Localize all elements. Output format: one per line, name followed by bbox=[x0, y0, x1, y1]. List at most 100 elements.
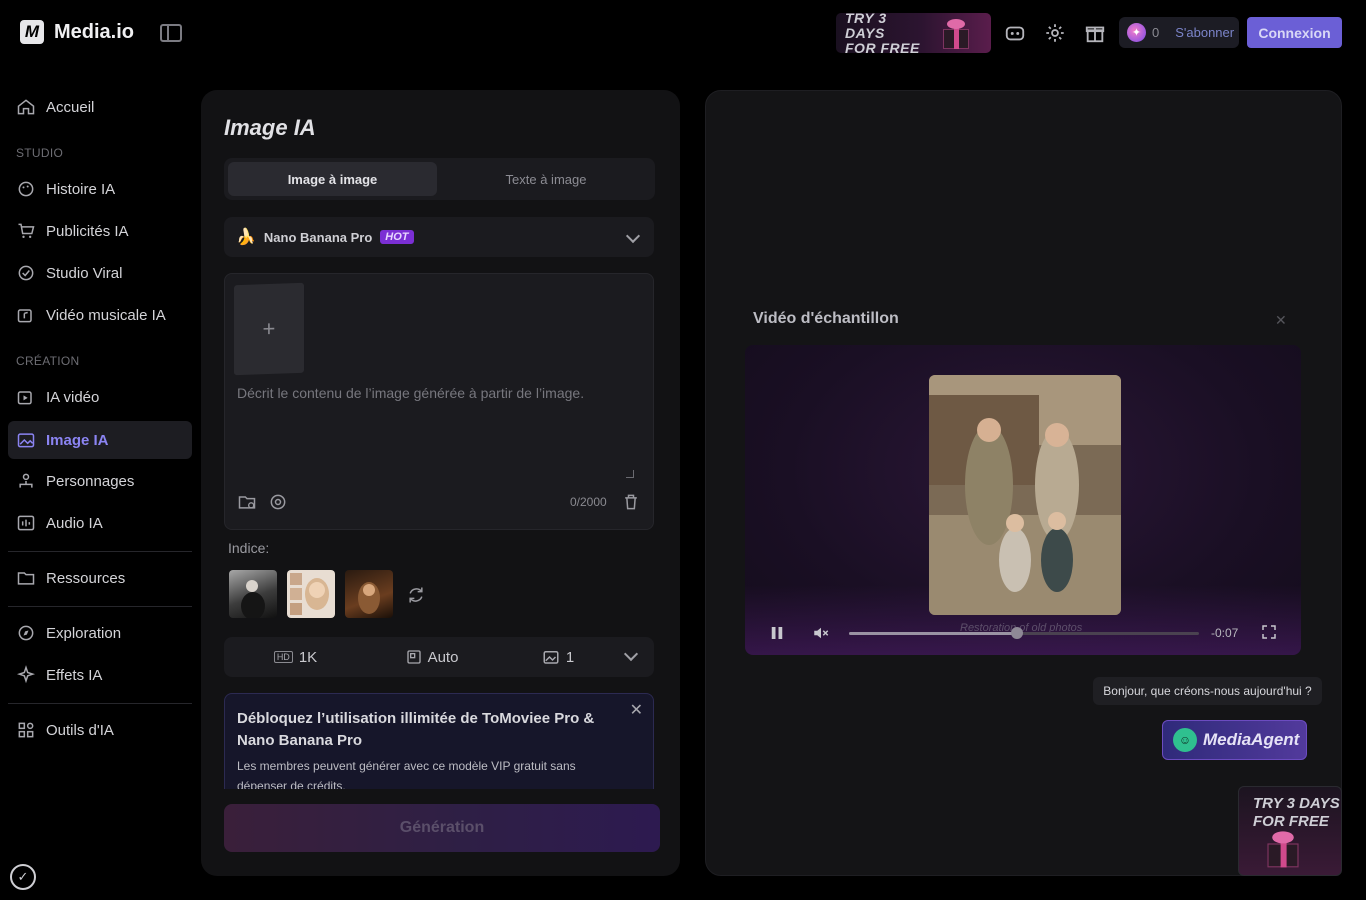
viral-icon bbox=[18, 265, 34, 281]
vip-promo-card: Débloquez l’utilisation illimitée de ToM… bbox=[224, 693, 654, 789]
hot-badge: HOT bbox=[380, 230, 414, 244]
sample-close-icon[interactable]: ✕ bbox=[1275, 312, 1287, 329]
logo-text: Media.io bbox=[54, 20, 135, 43]
hint-label: Indice: bbox=[228, 540, 270, 556]
sidebar-item-image-ia[interactable]: Image IA bbox=[8, 421, 192, 459]
section-label-studio: STUDIO bbox=[16, 146, 64, 160]
sidebar-item-ia-video[interactable]: IA vidéo bbox=[8, 378, 192, 416]
sidebar-item-video-musicale-ia[interactable]: Vidéo musicale IA bbox=[8, 296, 192, 334]
tab-text-to-image[interactable]: Texte à image bbox=[441, 162, 651, 196]
close-icon[interactable]: ✕ bbox=[630, 700, 643, 720]
video-scrubber-handle[interactable] bbox=[1011, 627, 1023, 639]
video-icon bbox=[17, 391, 32, 405]
family-photo-art bbox=[929, 375, 1121, 615]
credits-subscribe-pill[interactable]: ✦ 0 S'abonner bbox=[1119, 17, 1239, 48]
sidebar-item-label: Effets IA bbox=[46, 666, 103, 684]
settings-gear-icon[interactable] bbox=[1044, 22, 1066, 44]
promo-banner-top[interactable]: TRY 3 DAYS FOR FREE bbox=[836, 13, 991, 53]
cart-icon bbox=[18, 223, 35, 238]
login-button[interactable]: Connexion bbox=[1247, 17, 1342, 48]
image-count-option[interactable]: 1 bbox=[497, 648, 619, 666]
trash-icon[interactable] bbox=[621, 492, 641, 512]
image-count-icon bbox=[543, 651, 559, 664]
quality-option[interactable]: HD 1K bbox=[224, 649, 367, 666]
sidebar-item-label: Outils d'IA bbox=[46, 721, 114, 739]
folder-icon bbox=[17, 572, 35, 585]
hint-thumbnail-art bbox=[290, 573, 329, 615]
gift-box-icon bbox=[939, 17, 973, 49]
promo-banner-corner[interactable]: TRY 3 DAYS FOR FREE bbox=[1238, 786, 1342, 876]
sidebar-item-studio-viral[interactable]: Studio Viral bbox=[8, 254, 192, 292]
sidebar-item-label: Studio Viral bbox=[46, 264, 123, 282]
promo-corner-text: TRY 3 DAYS FOR FREE bbox=[1253, 795, 1340, 831]
sidebar-item-audio-ia[interactable]: Audio IA bbox=[8, 504, 192, 542]
chevron-down-icon bbox=[625, 228, 641, 244]
resize-handle-icon[interactable] bbox=[626, 470, 634, 478]
hint-thumbnail[interactable] bbox=[287, 570, 335, 618]
vip-text: Les membres peuvent générer avec ce modè… bbox=[237, 759, 576, 789]
story-palette-icon bbox=[18, 181, 34, 197]
credit-count: 0 bbox=[1152, 25, 1160, 40]
mention-at-icon[interactable] bbox=[268, 492, 288, 512]
gift-icon[interactable] bbox=[1084, 22, 1106, 44]
vip-title: Débloquez l’utilisation illimitée de ToM… bbox=[237, 710, 595, 749]
home-icon bbox=[17, 99, 35, 115]
video-time-remaining: -0:07 bbox=[1211, 626, 1239, 640]
hd-badge-icon: HD bbox=[273, 651, 293, 663]
sidebar-item-home[interactable]: Accueil bbox=[8, 88, 192, 126]
sidebar-item-label: IA vidéo bbox=[46, 388, 100, 406]
prompt-placeholder[interactable]: Décrit le contenu de l’image générée à p… bbox=[237, 385, 584, 401]
plus-icon: + bbox=[262, 315, 276, 342]
sidebar-item-label: Histoire IA bbox=[46, 180, 116, 198]
image-icon bbox=[17, 433, 35, 448]
discord-icon[interactable] bbox=[1004, 22, 1026, 44]
refresh-icon[interactable] bbox=[406, 585, 426, 605]
sample-video-title: Vidéo d'échantillon bbox=[753, 310, 899, 327]
image-upload-button[interactable]: + bbox=[233, 282, 305, 376]
mode-tabs: Image à image Texte à image bbox=[224, 158, 655, 200]
music-video-icon bbox=[17, 309, 32, 323]
folder-upload-icon[interactable] bbox=[237, 492, 257, 512]
sidebar-item-label: Accueil bbox=[46, 98, 95, 116]
sidebar-item-label: Audio IA bbox=[46, 514, 103, 532]
sidebar-item-label: Personnages bbox=[46, 472, 135, 490]
section-label-creation: CRÉATION bbox=[16, 354, 80, 368]
aspect-ratio-option[interactable]: Auto bbox=[367, 649, 497, 666]
options-chevron-down-icon[interactable] bbox=[623, 646, 639, 662]
agent-face-icon: ☺ bbox=[1173, 728, 1197, 752]
image-count-value: 1 bbox=[565, 648, 575, 666]
mute-icon[interactable] bbox=[811, 624, 831, 642]
promo-top-text: TRY 3 DAYS FOR FREE bbox=[845, 13, 925, 53]
sidebar-divider bbox=[8, 606, 192, 607]
tab-image-to-image[interactable]: Image à image bbox=[228, 162, 437, 196]
sidebar-toggle-icon[interactable] bbox=[160, 24, 182, 42]
media-agent-button[interactable]: ☺ MediaAgent bbox=[1162, 720, 1307, 760]
aspect-ratio-icon bbox=[406, 650, 421, 664]
logo[interactable]: M Media.io bbox=[20, 20, 134, 44]
gift-box-corner-icon bbox=[1263, 829, 1316, 875]
sidebar-item-exploration[interactable]: Exploration bbox=[8, 614, 192, 652]
characters-icon bbox=[19, 473, 33, 488]
hint-thumbnail[interactable] bbox=[229, 570, 277, 618]
sidebar-item-effets-ia[interactable]: Effets IA bbox=[8, 656, 192, 694]
fullscreen-icon[interactable] bbox=[1261, 624, 1277, 640]
pause-icon[interactable] bbox=[768, 624, 786, 642]
banana-icon: 🍌 bbox=[236, 229, 256, 246]
video-progress-track[interactable] bbox=[849, 632, 1199, 635]
sidebar-item-publicites-ia[interactable]: Publicités IA bbox=[8, 212, 192, 250]
sidebar-item-personnages[interactable]: Personnages bbox=[8, 462, 192, 500]
sidebar-item-label: Publicités IA bbox=[46, 222, 129, 240]
sidebar-item-histoire-ia[interactable]: Histoire IA bbox=[8, 170, 192, 208]
aspect-ratio-value: Auto bbox=[427, 648, 459, 666]
hint-thumbnail[interactable] bbox=[345, 570, 393, 618]
sidebar-item-outils-ia[interactable]: Outils d'IA bbox=[8, 711, 192, 749]
generate-button[interactable]: Génération bbox=[224, 804, 660, 852]
shield-check-icon[interactable]: ✓ bbox=[10, 864, 36, 890]
sidebar-item-ressources[interactable]: Ressources bbox=[8, 559, 192, 597]
model-selector[interactable]: 🍌 Nano Banana Pro HOT bbox=[224, 217, 654, 257]
subscribe-link[interactable]: S'abonner bbox=[1175, 25, 1234, 40]
promo-top-line2: FOR FREE bbox=[845, 39, 920, 53]
generation-options-bar: HD 1K Auto 1 bbox=[224, 637, 654, 677]
sidebar-item-label: Image IA bbox=[46, 431, 109, 449]
compass-icon bbox=[18, 625, 34, 641]
